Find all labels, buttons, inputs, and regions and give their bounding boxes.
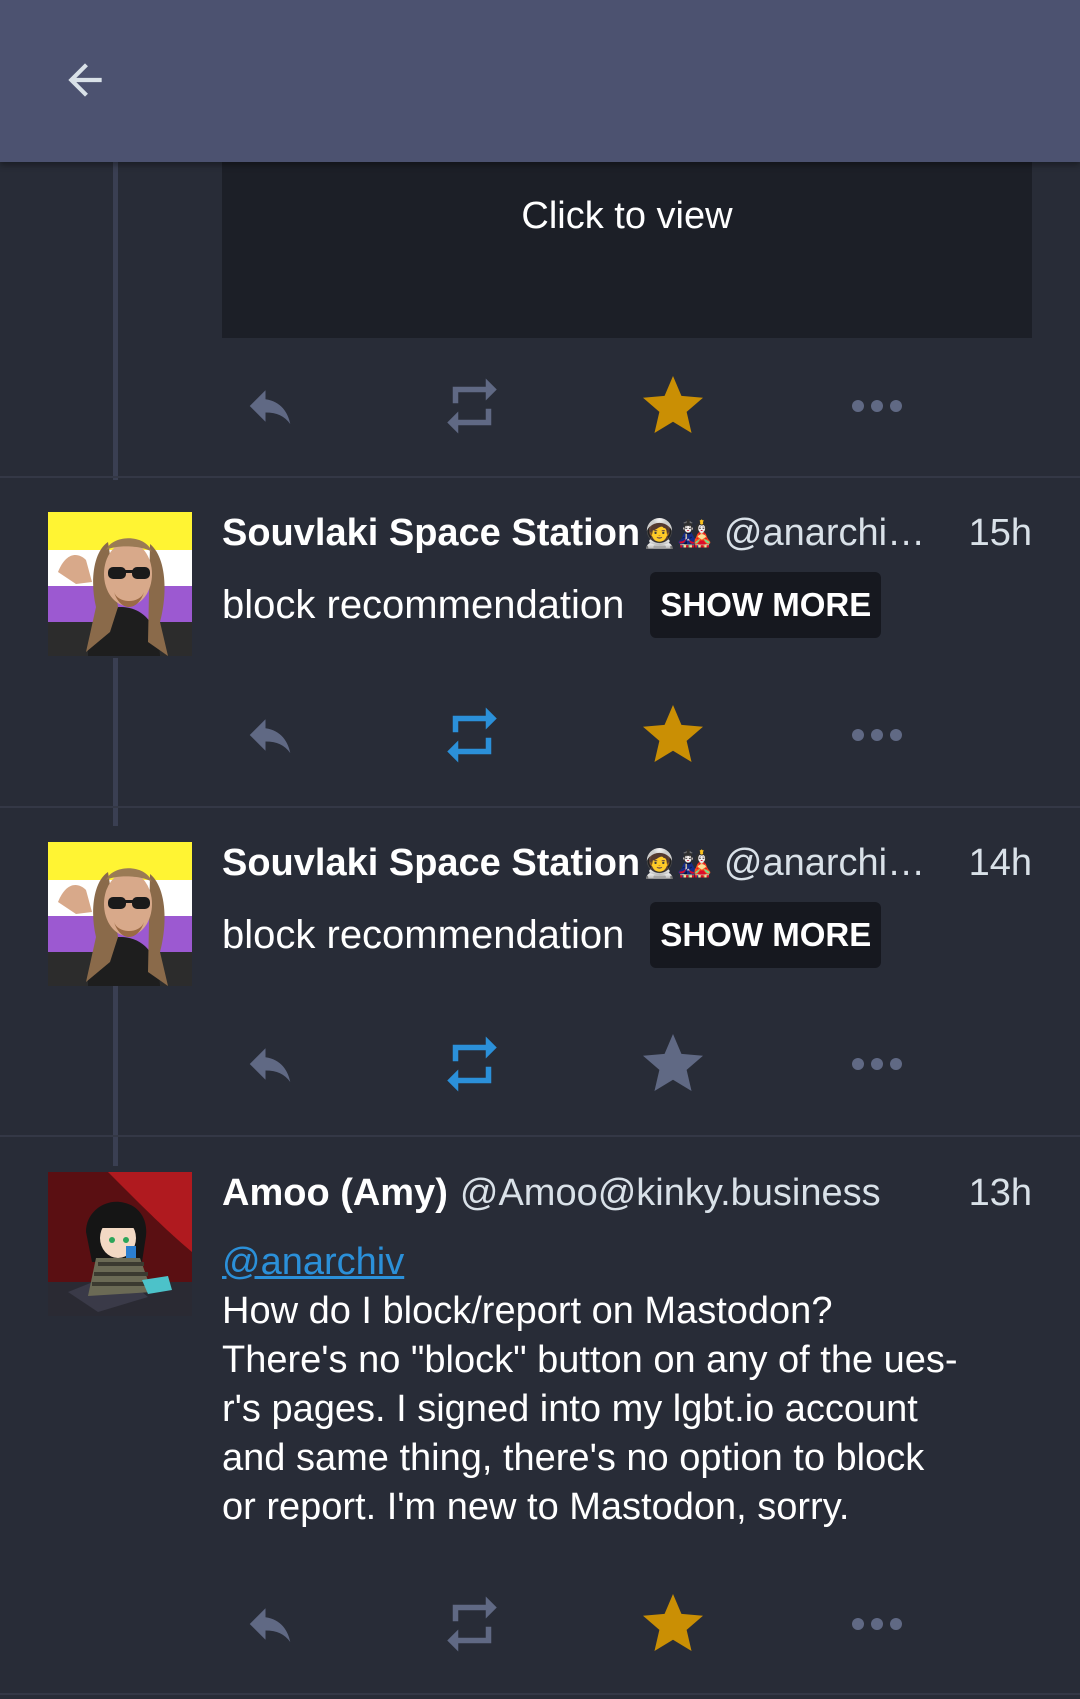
status-divider [0,476,1080,478]
more-button[interactable] [832,1584,922,1664]
more-button[interactable] [832,1024,922,1104]
star-icon [643,376,703,433]
boost-button[interactable] [427,695,517,775]
star-icon [643,705,703,762]
status-divider [0,806,1080,808]
content-line: How do I block/report on Mastodon? [222,1290,833,1332]
more-button[interactable] [832,695,922,775]
content-line: There's no "block" button on any of the … [222,1339,958,1381]
favourite-button[interactable] [628,695,718,775]
reply-icon [249,719,291,753]
status-header[interactable]: Souvlaki Space Station 🧑‍🚀🎎 @anarchi… 15… [222,508,1032,558]
boost-icon [447,378,497,434]
display-name[interactable]: Souvlaki Space Station [222,842,640,885]
more-horizontal-icon [852,400,902,412]
content-line: and same thing, there's no option to blo… [222,1437,925,1479]
status-actions [0,366,1080,446]
account-handle[interactable]: @Amoo@kinky.business [460,1172,953,1215]
spoiler-text: block recommendation [222,912,625,957]
boost-button[interactable] [427,1024,517,1104]
reply-button[interactable] [225,695,315,775]
favourite-button[interactable] [628,366,718,446]
reply-button[interactable] [225,366,315,446]
favourite-button[interactable] [628,1584,718,1664]
reply-icon [249,1608,291,1642]
avatar-image [48,512,192,656]
status-header[interactable]: Souvlaki Space Station 🧑‍🚀🎎 @anarchi… 14… [222,838,1032,888]
status-divider [0,1135,1080,1137]
display-name[interactable]: Amoo (Amy) [222,1172,448,1215]
boost-icon [447,1596,497,1652]
click-to-view-label: Click to view [521,195,733,237]
display-name[interactable]: Souvlaki Space Station [222,512,640,555]
more-button[interactable] [832,366,922,446]
mention-link[interactable]: @anarchiv [222,1238,1034,1287]
show-more-button[interactable]: SHOW MORE [650,902,882,968]
status-content: @anarchiv How do I block/report on Masto… [222,1238,1034,1532]
boost-icon [447,707,497,763]
reply-button[interactable] [225,1024,315,1104]
show-more-button[interactable]: SHOW MORE [650,572,882,638]
content-warning: block recommendation SHOW MORE [222,900,882,970]
more-horizontal-icon [852,729,902,741]
star-icon [643,1034,703,1091]
star-icon [643,1594,703,1651]
status-actions [0,1584,1080,1664]
relative-time[interactable]: 15h [969,512,1032,555]
avatar[interactable] [48,842,192,986]
avatar-image [48,842,192,986]
status-actions [0,695,1080,775]
content-line: or report. I'm new to Mastodon, sorry. [222,1486,850,1528]
back-button[interactable] [50,50,120,110]
favourite-button[interactable] [628,1024,718,1104]
reply-button[interactable] [225,1584,315,1664]
more-horizontal-icon [852,1058,902,1070]
app-bar [0,0,1080,162]
custom-emoji: 🧑‍🚀🎎 [642,517,712,549]
content-warning: block recommendation SHOW MORE [222,570,882,640]
boost-button[interactable] [427,1584,517,1664]
avatar[interactable] [48,1172,192,1316]
spoiler-text: block recommendation [222,582,625,627]
custom-emoji: 🧑‍🚀🎎 [642,847,712,879]
relative-time[interactable]: 14h [969,842,1032,885]
account-handle[interactable]: @anarchi… [724,842,953,885]
more-horizontal-icon [852,1618,902,1630]
avatar-image [48,1172,192,1316]
boost-icon [447,1036,497,1092]
sensitive-media-overlay[interactable]: Sensitive Media Click to view [222,150,1032,338]
account-handle[interactable]: @anarchi… [724,512,953,555]
status-divider [0,1693,1080,1695]
status-actions [0,1024,1080,1104]
avatar[interactable] [48,512,192,656]
boost-button[interactable] [427,366,517,446]
reply-icon [249,1048,291,1082]
arrow-left-icon [68,63,102,97]
status-header[interactable]: Amoo (Amy) @Amoo@kinky.business 13h [222,1168,1032,1218]
content-line: r's pages. I signed into my lgbt.io acco… [222,1388,918,1430]
relative-time[interactable]: 13h [969,1172,1032,1215]
reply-icon [249,390,291,424]
